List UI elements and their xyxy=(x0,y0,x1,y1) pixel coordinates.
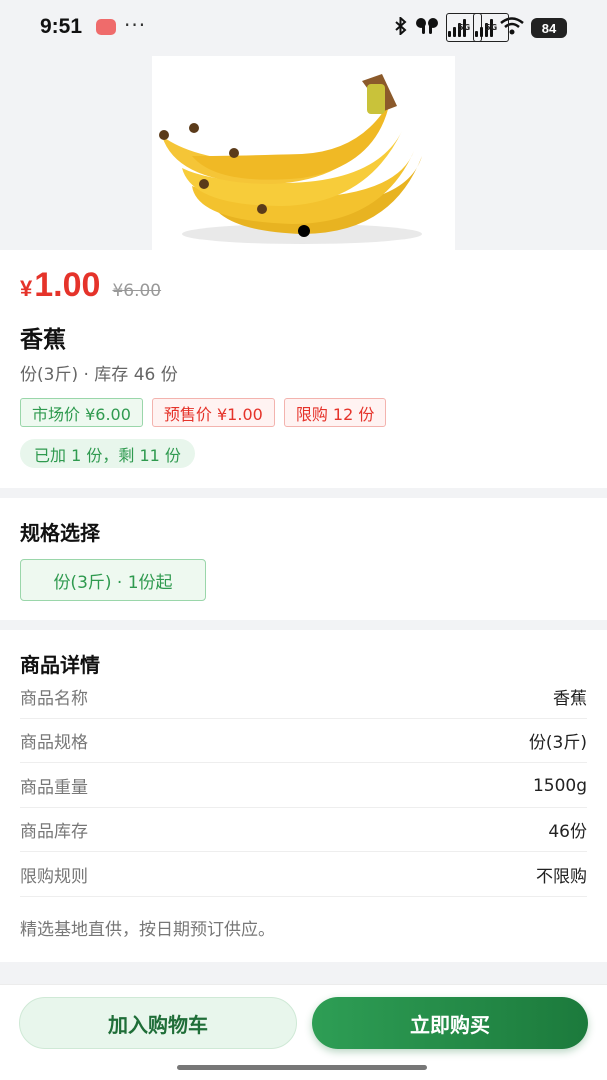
earbuds-icon xyxy=(415,17,439,39)
product-name: 香蕉 xyxy=(20,327,66,353)
buy-now-button[interactable]: 立即购买 xyxy=(312,997,588,1049)
detail-value: 份(3斤) xyxy=(528,733,587,753)
status-bar: 9:51 ··· 5G 5G 84 xyxy=(0,0,607,56)
detail-value: 不限购 xyxy=(536,867,587,887)
detail-note: 精选基地直供，按日期预订供应。 xyxy=(20,920,275,940)
detail-row-weight: 商品重量 1500g xyxy=(20,764,587,808)
product-hero xyxy=(0,56,607,250)
spec-title: 规格选择 xyxy=(20,521,100,545)
detail-key: 商品名称 xyxy=(20,689,88,709)
detail-key: 商品规格 xyxy=(20,733,88,753)
app-notification-icon xyxy=(96,19,116,35)
add-to-cart-button[interactable]: 加入购物车 xyxy=(19,997,297,1049)
signal-5g-icon-2: 5G xyxy=(473,13,510,42)
banana-illustration xyxy=(159,74,422,244)
detail-key: 商品库存 xyxy=(20,822,88,842)
added-count-badge: 已加 1 份，剩 11 份 xyxy=(20,439,195,468)
battery-icon: 84 xyxy=(531,18,567,38)
current-price: ¥1.00 xyxy=(20,266,101,304)
detail-key: 商品重量 xyxy=(20,778,88,798)
bluetooth-icon xyxy=(394,15,408,39)
market-price-tag: 市场价 ¥6.00 xyxy=(20,398,143,427)
purchase-limit-tag: 限购 12 份 xyxy=(283,398,387,427)
product-tags: 市场价 ¥6.00 预售价 ¥1.00 限购 12 份 xyxy=(20,398,387,427)
original-price: ¥6.00 xyxy=(112,281,162,301)
detail-row-stock: 商品库存 46份 xyxy=(20,808,587,852)
detail-value: 香蕉 xyxy=(553,689,587,709)
detail-row-spec: 商品规格 份(3斤) xyxy=(20,719,587,763)
presale-price-tag: 预售价 ¥1.00 xyxy=(151,398,275,427)
banana-image[interactable] xyxy=(152,56,455,250)
detail-key: 限购规则 xyxy=(20,867,88,887)
status-time: 9:51 xyxy=(40,15,83,38)
home-indicator[interactable] xyxy=(177,1065,427,1070)
detail-row-name: 商品名称 香蕉 xyxy=(20,675,587,719)
detail-value: 46份 xyxy=(548,822,587,842)
spec-option-button[interactable]: 份(3斤) · 1份起 xyxy=(20,559,206,601)
detail-row-limit: 限购规则 不限购 xyxy=(20,853,587,897)
price-row: ¥1.00 ¥6.00 xyxy=(20,266,161,305)
detail-value: 1500g xyxy=(532,775,587,796)
detail-title: 商品详情 xyxy=(20,653,100,677)
product-subtitle: 份(3斤) · 库存 46 份 xyxy=(20,365,178,385)
signal-5g-icon: 5G xyxy=(446,13,483,42)
more-notifications-icon: ··· xyxy=(124,13,147,37)
status-icons: 5G 5G 84 xyxy=(394,13,567,42)
bottom-action-bar: 加入购物车 立即购买 xyxy=(0,984,607,1080)
